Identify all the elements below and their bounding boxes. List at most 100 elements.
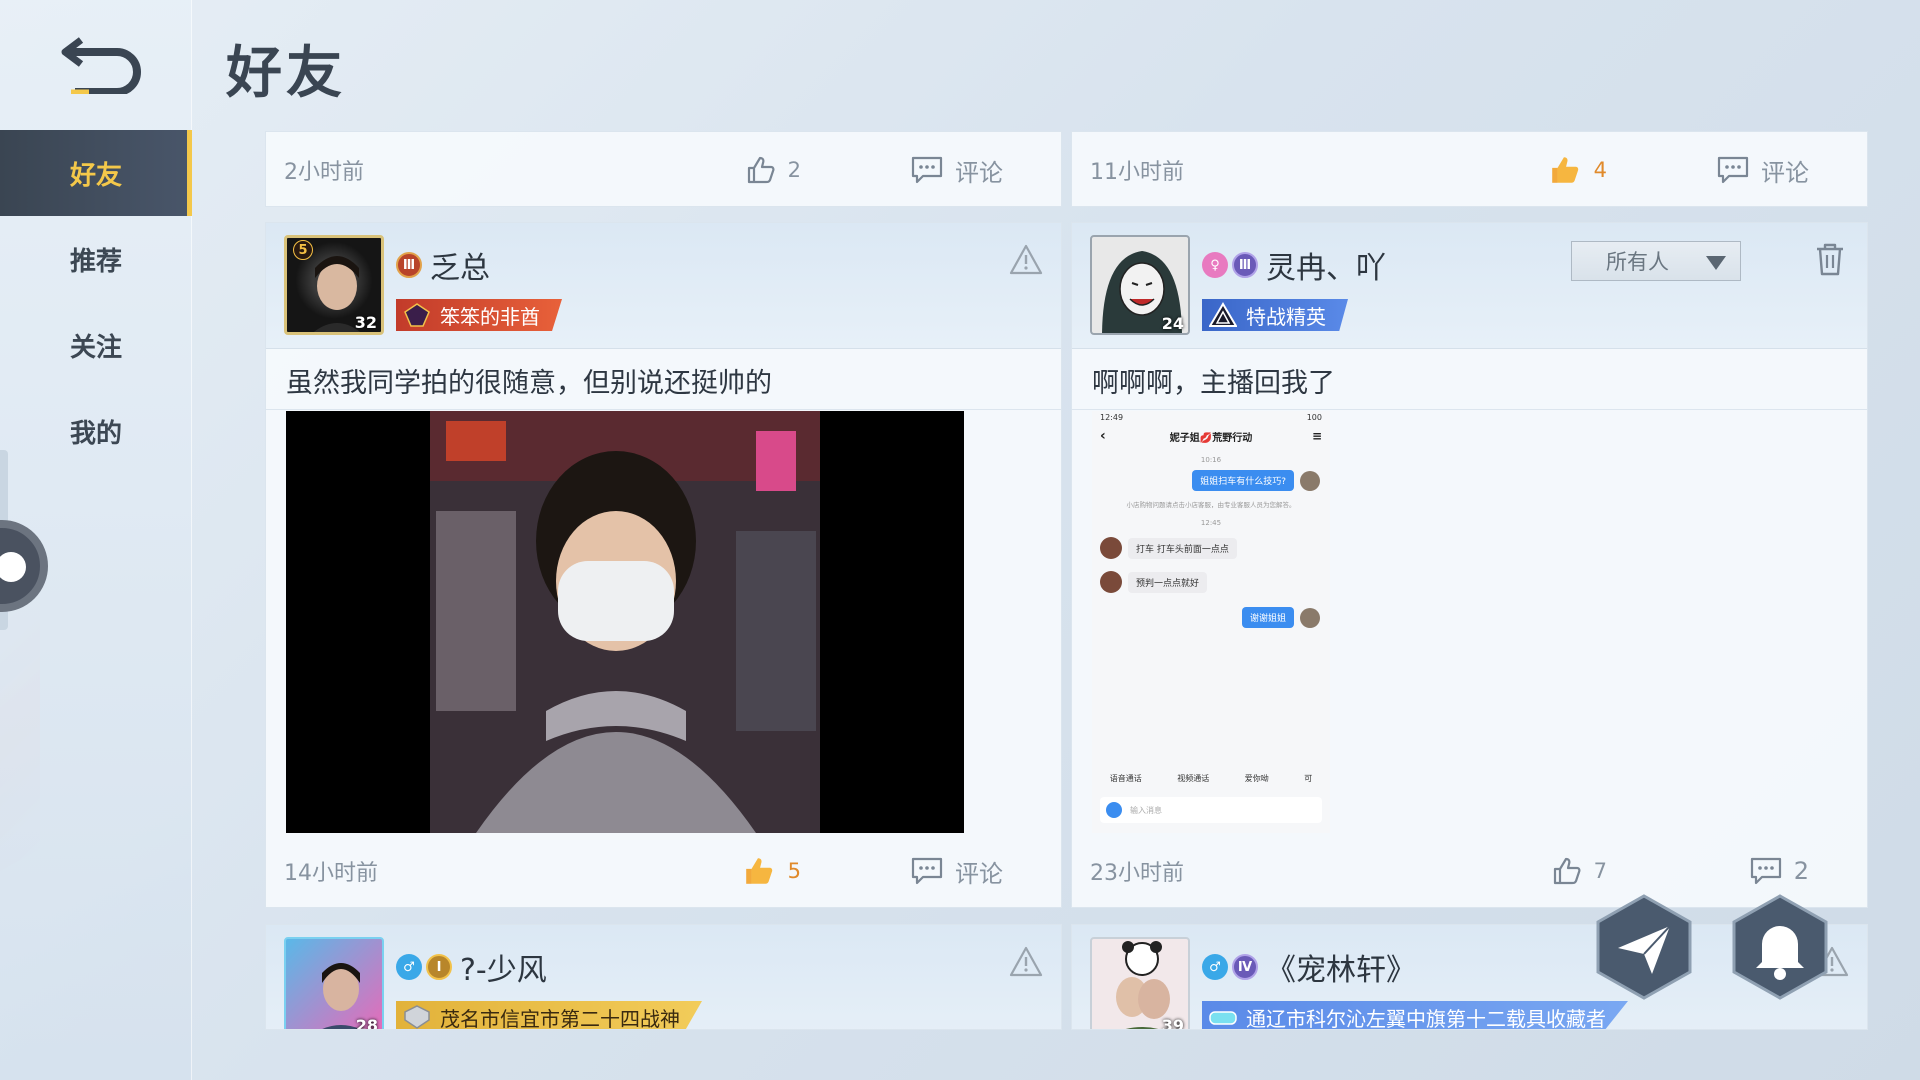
- chevron-down-icon: [1706, 256, 1726, 270]
- post-card: 28 ♂ Ⅰ ?-少风 茂名市信宜市第二十四战神: [265, 924, 1062, 1030]
- chat-time: 10:16: [1200, 456, 1222, 464]
- like-button[interactable]: 2: [746, 155, 801, 185]
- thumbs-up-icon: [1551, 157, 1578, 183]
- rank-badge-icon: Ⅲ: [396, 252, 422, 278]
- like-button[interactable]: 4: [1548, 154, 1607, 186]
- nav-item-friends[interactable]: 好友: [0, 130, 192, 216]
- comment-button[interactable]: 评论: [911, 854, 1003, 889]
- post-text: 啊啊啊，主播回我了: [1092, 367, 1335, 399]
- post-photo[interactable]: [286, 411, 964, 833]
- nav-item-label: 关注: [69, 332, 122, 363]
- nav-item-label: 好友: [69, 160, 122, 191]
- chat-tool-voice: 语音通话: [1109, 774, 1142, 783]
- username-row: ♂ Ⅰ ?-少风: [396, 945, 547, 989]
- chat-message-sent: 谢谢姐姐: [1241, 607, 1294, 628]
- avatar[interactable]: 24: [1090, 235, 1190, 335]
- comment-button[interactable]: 2: [1750, 857, 1809, 885]
- female-gender-icon: ♀: [1202, 252, 1228, 278]
- title-badge-label: 笨笨的非酋: [440, 304, 540, 329]
- comment-bubble-icon: [911, 156, 943, 184]
- like-count: 7: [1593, 859, 1607, 883]
- title-badge-icon: [1208, 1003, 1238, 1029]
- comment-label: 评论: [1761, 158, 1809, 187]
- post-card: 24 ♀ Ⅲ 灵冉、吖 特战精英 所有人 啊啊啊，主播回我了 12:49 100…: [1071, 222, 1868, 908]
- warning-triangle-icon[interactable]: [1009, 243, 1043, 277]
- post-card: 5 32 Ⅲ 乏总 笨笨的非酋 虽然我同学拍的很随意，但别说还挺帅的 14小时前…: [265, 222, 1062, 908]
- comment-button[interactable]: 评论: [1717, 153, 1809, 188]
- like-count: 5: [787, 859, 801, 883]
- comment-bubble-icon: [911, 857, 943, 885]
- post-screenshot[interactable]: 12:49 100 ‹ 妮子姐💋荒野行动 ≡ 10:16 姐姐扫车有什么技巧? …: [1092, 411, 1330, 833]
- paper-plane-icon: [1596, 894, 1692, 1000]
- title-badge-icon: [1208, 301, 1238, 329]
- post-card-footer: 11小时前 4 评论: [1071, 131, 1868, 207]
- chat-message-sent: 姐姐扫车有什么技巧?: [1192, 470, 1294, 491]
- nav-item-label: 推荐: [69, 246, 122, 277]
- like-button[interactable]: 5: [742, 855, 801, 887]
- chat-back-icon: ‹: [1100, 428, 1106, 444]
- title-badge-label: 特战精英: [1246, 304, 1326, 329]
- comment-bubble-icon: [1750, 857, 1781, 885]
- title-badge: 通辽市科尔沁左翼中旗第十二载具收藏者: [1202, 1001, 1628, 1030]
- avatar[interactable]: 28: [284, 937, 384, 1029]
- username[interactable]: 乏总: [430, 243, 490, 287]
- page-title: 好友: [226, 41, 346, 106]
- camera-icon: [1106, 802, 1122, 818]
- nav-item-mine[interactable]: 我的: [0, 388, 192, 474]
- like-count: 2: [787, 158, 801, 182]
- chat-time: 12:45: [1200, 519, 1222, 527]
- chat-title: 妮子姐💋荒野行动: [1169, 432, 1253, 444]
- post-footer: 14小时前 5 评论: [266, 833, 1061, 909]
- rank-badge-icon: Ⅳ: [1232, 954, 1258, 980]
- title-badge-icon: [402, 301, 432, 329]
- comment-label: 评论: [955, 158, 1003, 187]
- comment-label: 评论: [955, 859, 1003, 888]
- title-badge: 茂名市信宜市第二十四战神: [396, 1001, 702, 1030]
- chat-tool-video: 视频通话: [1177, 774, 1210, 783]
- thumbs-up-icon: [745, 858, 772, 884]
- post-time: 14小时前: [284, 861, 378, 886]
- male-gender-icon: ♂: [1202, 954, 1228, 980]
- trash-icon[interactable]: [1813, 241, 1847, 277]
- post-text: 虽然我同学拍的很随意，但别说还挺帅的: [286, 367, 772, 399]
- avatar: [1100, 537, 1122, 559]
- avatar[interactable]: 5 32: [284, 235, 384, 335]
- username[interactable]: 《宠林轩》: [1266, 945, 1416, 989]
- thumbs-up-icon: [747, 156, 775, 184]
- title-badge: 笨笨的非酋: [396, 299, 562, 331]
- username[interactable]: 灵冉、吖: [1266, 243, 1386, 287]
- notifications-button[interactable]: [1730, 892, 1830, 1002]
- back-button[interactable]: [56, 26, 148, 98]
- like-button[interactable]: 7: [1552, 856, 1607, 886]
- divider: [266, 409, 1061, 410]
- post-time: 23小时前: [1090, 861, 1184, 886]
- warning-triangle-icon[interactable]: [1009, 945, 1043, 979]
- comment-button[interactable]: 评论: [911, 153, 1003, 188]
- username-row: Ⅲ 乏总: [396, 243, 490, 287]
- rank-badge-icon: Ⅰ: [426, 954, 452, 980]
- chat-message-received: 预判一点点就好: [1128, 571, 1208, 593]
- username-row: ♀ Ⅲ 灵冉、吖: [1202, 243, 1386, 287]
- title-badge-label: 通辽市科尔沁左翼中旗第十二载具收藏者: [1246, 1006, 1606, 1030]
- photo-image: [430, 411, 820, 833]
- username[interactable]: ?-少风: [460, 945, 547, 989]
- chat-tool-love: 爱你呦: [1244, 774, 1269, 783]
- comment-bubble-icon: [1717, 156, 1749, 184]
- post-header: 5 32 Ⅲ 乏总 笨笨的非酋: [266, 223, 1061, 349]
- male-gender-icon: ♂: [396, 954, 422, 980]
- nav-item-following[interactable]: 关注: [0, 302, 192, 388]
- title-badge-label: 茂名市信宜市第二十四战神: [440, 1006, 680, 1030]
- avatar-level: 32: [354, 313, 377, 332]
- avatar-rank-badge: 5: [293, 240, 313, 260]
- avatar[interactable]: 39: [1090, 937, 1190, 1029]
- status-battery: 100: [1306, 413, 1322, 422]
- back-arrow-icon: [61, 37, 141, 94]
- send-post-button[interactable]: [1594, 892, 1694, 1002]
- visibility-value: 所有人: [1606, 250, 1669, 274]
- post-card-footer: 2小时前 2 评论: [265, 131, 1062, 207]
- post-header: 24 ♀ Ⅲ 灵冉、吖 特战精英 所有人: [1072, 223, 1867, 349]
- chat-input-placeholder: 输入消息: [1130, 805, 1162, 815]
- visibility-dropdown[interactable]: 所有人: [1571, 241, 1741, 281]
- chat-message-received: 打车 打车头前面一点点: [1128, 537, 1237, 559]
- nav-item-recommended[interactable]: 推荐: [0, 216, 192, 302]
